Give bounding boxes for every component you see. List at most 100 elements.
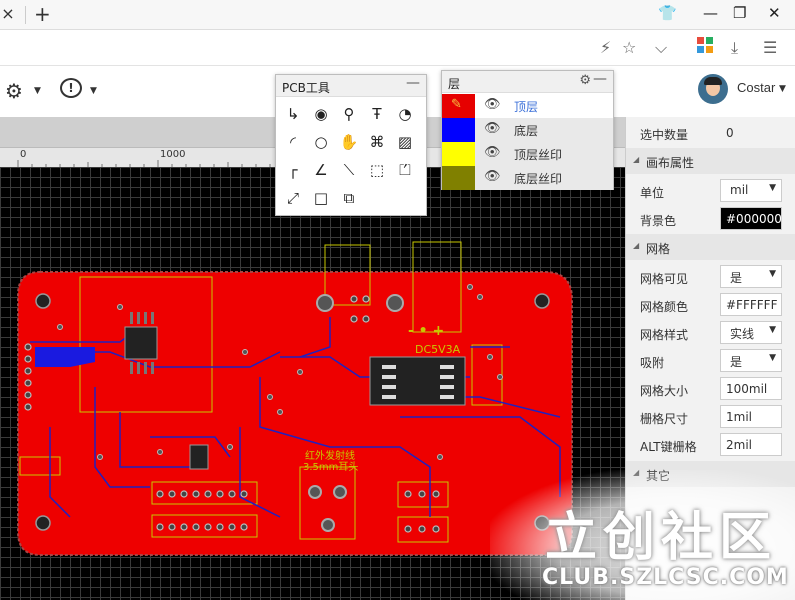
- layer-name: 底层丝印: [514, 172, 563, 186]
- eye-icon[interactable]: 👁: [484, 97, 501, 112]
- rectangle-tool-icon[interactable]: □: [310, 187, 332, 209]
- background-row: 背景色 #000000: [626, 205, 795, 233]
- settings-caret-icon[interactable]: ▼: [34, 86, 41, 96]
- alt-snap-input[interactable]: 2mil: [720, 433, 782, 456]
- prop-label: 背景色: [640, 214, 677, 228]
- selected-count-row: 选中数量 0: [626, 119, 795, 147]
- connect-tool-icon[interactable]: ⟍: [338, 159, 360, 181]
- section-title: 网格: [646, 242, 671, 256]
- download-icon[interactable]: ⤓: [731, 38, 738, 58]
- prop-label: ALT键栅格: [640, 440, 697, 454]
- layer-swatch[interactable]: [442, 142, 475, 166]
- shirt-icon[interactable]: 👕: [658, 4, 677, 22]
- grid-size-input[interactable]: 100mil: [720, 377, 782, 400]
- collapse-icon[interactable]: ◢: [633, 468, 639, 477]
- eye-icon[interactable]: 👁: [484, 145, 501, 160]
- collapse-icon[interactable]: ◢: [633, 155, 639, 164]
- user-name[interactable]: Costar: [737, 80, 775, 95]
- unit-select[interactable]: mil ▼: [720, 179, 782, 202]
- snap-row: 吸附 是 ▼: [626, 347, 795, 375]
- snap-size-row: 栅格尺寸 1mil: [626, 403, 795, 431]
- section-title: 画布属性: [646, 156, 695, 170]
- image-tool-icon[interactable]: ▨: [394, 131, 416, 153]
- chat-bubble-icon[interactable]: !: [60, 78, 82, 98]
- via-tool-icon[interactable]: ⚲: [338, 103, 360, 125]
- eye-icon[interactable]: 👁: [484, 121, 501, 136]
- pcb-board: DC5V3A - • + 红外发射线 3.5mm耳头: [17, 241, 573, 556]
- circle-arc-tool-icon[interactable]: ◜: [282, 131, 304, 153]
- section-title: 其它: [646, 469, 671, 483]
- gear-icon[interactable]: ⚙: [5, 79, 23, 103]
- background-color-input[interactable]: #000000: [720, 207, 782, 230]
- unit-row: 单位 mil ▼: [626, 177, 795, 205]
- layer-swatch[interactable]: [442, 166, 475, 190]
- grid-section-header[interactable]: ◢ 网格: [626, 234, 795, 260]
- apps-icon[interactable]: [697, 37, 713, 57]
- layer-swatch[interactable]: [442, 118, 475, 142]
- dimension-tool-icon[interactable]: ⤢: [282, 187, 304, 209]
- angle-tool-icon[interactable]: ∠: [310, 159, 332, 181]
- layers-title: 层: [448, 77, 461, 91]
- pcb-tools-header[interactable]: PCB工具 —: [276, 75, 426, 97]
- wire-tool-icon[interactable]: ↳: [282, 103, 304, 125]
- avatar[interactable]: [698, 74, 728, 104]
- arc-tool-icon[interactable]: ◔: [394, 103, 416, 125]
- drill-tool-icon[interactable]: ⌘: [366, 131, 388, 153]
- eye-icon[interactable]: 👁: [484, 169, 501, 184]
- layer-row-top-silk[interactable]: 👁 顶层丝印: [442, 142, 613, 166]
- minimize-icon[interactable]: —: [593, 71, 607, 87]
- user-caret-icon[interactable]: ▼: [779, 84, 786, 94]
- pad-tool-icon[interactable]: ◉: [310, 103, 332, 125]
- grid-visible-row: 网格可见 是 ▼: [626, 263, 795, 291]
- solid-region-tool-icon[interactable]: ⏍: [394, 159, 416, 181]
- other-section-header[interactable]: ◢ 其它: [626, 461, 795, 487]
- new-tab-button[interactable]: +: [34, 2, 51, 26]
- copper-area-tool-icon[interactable]: ⧉: [338, 187, 360, 209]
- layer-row-bottom-silk[interactable]: 👁 底层丝印: [442, 166, 613, 190]
- canvas-section-header[interactable]: ◢ 画布属性: [626, 148, 795, 174]
- layer-name: 顶层丝印: [514, 148, 563, 162]
- pan-tool-icon[interactable]: ✋: [338, 131, 360, 153]
- pcb-tools-panel[interactable]: PCB工具 — ↳ ◉ ⚲ Ŧ ◔ ◜ ○ ✋ ⌘ ▨ ┌ ∠ ⟍ ⬚ ⏍ ⤢ …: [275, 74, 427, 216]
- close-icon[interactable]: ✕: [768, 4, 781, 22]
- layer-row-bottom[interactable]: 👁 底层: [442, 118, 613, 142]
- snap-size-input[interactable]: 1mil: [720, 405, 782, 428]
- text-tool-icon[interactable]: Ŧ: [366, 103, 388, 125]
- circle-tool-icon[interactable]: ○: [310, 131, 332, 153]
- corner-tool-icon[interactable]: ┌: [282, 159, 304, 181]
- help-caret-icon[interactable]: ▼: [90, 86, 97, 96]
- collapse-icon[interactable]: ◢: [633, 241, 639, 250]
- gear-icon[interactable]: ⚙: [579, 73, 591, 88]
- close-tab-icon[interactable]: ×: [0, 4, 16, 23]
- prop-label: 栅格尺寸: [640, 412, 689, 426]
- layers-panel[interactable]: 层 ⚙ — ✎ 👁 顶层 👁 底层 👁 顶层丝印 👁 底层丝印: [441, 70, 614, 190]
- grid-color-input[interactable]: #FFFFFF: [720, 293, 782, 316]
- minimize-icon[interactable]: —: [703, 4, 718, 22]
- silk-label-ir: 红外发射线: [305, 449, 355, 462]
- silk-label-jack: 3.5mm耳头: [303, 461, 358, 473]
- pencil-icon: ✎: [451, 97, 462, 112]
- star-icon[interactable]: ☆: [622, 38, 636, 57]
- restore-icon[interactable]: ❐: [733, 4, 746, 22]
- minimize-icon[interactable]: —: [406, 75, 420, 91]
- prop-label: 网格样式: [640, 328, 689, 342]
- ruler-label-1000: 1000: [160, 149, 186, 160]
- pcb-canvas[interactable]: DC5V3A - • + 红外发射线 3.5mm耳头: [0, 167, 625, 600]
- selected-count-value: 0: [726, 126, 734, 140]
- layer-row-top[interactable]: ✎ 👁 顶层: [442, 94, 613, 118]
- prop-label: 吸附: [640, 356, 665, 370]
- grid-visible-select[interactable]: 是 ▼: [720, 265, 782, 288]
- layer-name: 底层: [514, 124, 539, 138]
- caret-down-icon: ▼: [769, 325, 776, 335]
- menu-icon[interactable]: ☰: [763, 38, 777, 57]
- layer-swatch[interactable]: ✎: [442, 94, 475, 118]
- chevron-down-icon[interactable]: ⌵: [655, 38, 667, 58]
- rect-dashed-tool-icon[interactable]: ⬚: [366, 159, 388, 181]
- layers-header[interactable]: 层 ⚙ —: [442, 71, 613, 93]
- snap-select[interactable]: 是 ▼: [720, 349, 782, 372]
- flash-icon[interactable]: ⚡: [600, 38, 611, 57]
- grid-size-row: 网格大小 100mil: [626, 375, 795, 403]
- grid-style-select[interactable]: 实线 ▼: [720, 321, 782, 344]
- prop-label: 选中数量: [640, 128, 689, 142]
- alt-snap-row: ALT键栅格 2mil: [626, 431, 795, 459]
